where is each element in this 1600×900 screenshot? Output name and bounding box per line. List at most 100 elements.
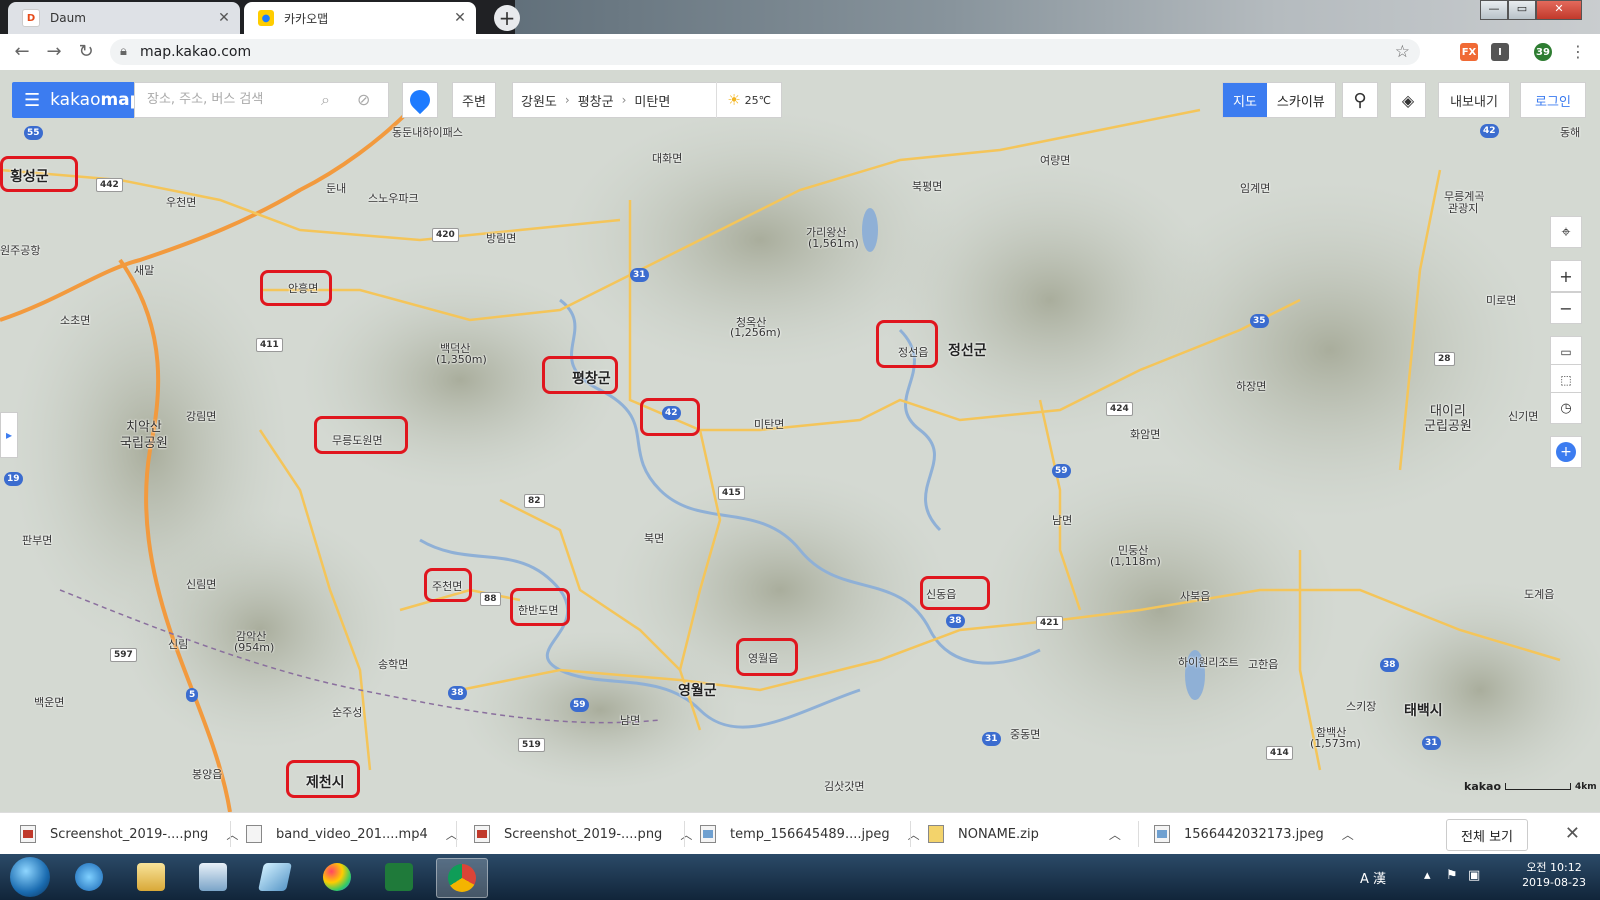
- add-place-button[interactable]: +: [1550, 436, 1582, 468]
- extension-icon[interactable]: FX: [1460, 43, 1478, 61]
- map-label: 우천면: [166, 196, 197, 209]
- roadview-button[interactable]: ⚲: [1342, 82, 1378, 118]
- search-icon[interactable]: ⌕: [321, 90, 330, 110]
- hamburger-menu-icon[interactable]: ☰: [24, 90, 40, 111]
- ime-indicator[interactable]: A 漢: [1360, 868, 1386, 887]
- clock-time: 오전 10:12: [1526, 861, 1582, 874]
- breadcrumb-county[interactable]: 평창군: [578, 91, 614, 110]
- map-label: 소초면: [60, 314, 91, 327]
- map-canvas[interactable]: 횡성군 동둔내하이패스 둔내 스노우파크 우천면 대화면 방림면 새말 원주공항…: [0, 70, 1600, 812]
- highlight-box: [640, 398, 700, 436]
- profile-avatar[interactable]: 39: [1534, 43, 1552, 61]
- download-item[interactable]: NONAME.zip ︿: [928, 813, 1121, 855]
- excel-icon[interactable]: [374, 858, 424, 896]
- map-type-skyview[interactable]: 스카이뷰: [1267, 83, 1335, 117]
- maximize-button[interactable]: ▭: [1508, 0, 1536, 20]
- minimize-button[interactable]: —: [1480, 0, 1508, 20]
- map-type-map[interactable]: 지도: [1223, 83, 1267, 117]
- system-clock[interactable]: 오전 10:12 2019-08-23: [1522, 860, 1586, 890]
- forward-icon[interactable]: →: [42, 40, 66, 64]
- action-center-flag-icon[interactable]: ⚑: [1446, 868, 1458, 883]
- download-item[interactable]: 1566442032173.jpeg ︿: [1154, 813, 1354, 855]
- login-button[interactable]: 로그인: [1520, 82, 1586, 118]
- map-label: 새말: [134, 264, 155, 277]
- close-window-button[interactable]: ✕: [1536, 0, 1582, 20]
- kakaomap-logo[interactable]: ☰ kakao map: [12, 82, 142, 118]
- image-file-icon: [474, 825, 490, 843]
- chrome-icon[interactable]: [436, 858, 488, 898]
- chevron-up-icon[interactable]: ︿: [680, 826, 692, 843]
- tab-daum[interactable]: D Daum ✕: [8, 2, 240, 34]
- image-file-icon: [700, 825, 716, 843]
- sidebar-toggle-button[interactable]: ▸: [0, 412, 18, 458]
- road-shield: 442: [96, 178, 123, 192]
- map-label: 둔내: [326, 182, 347, 195]
- network-icon[interactable]: ▣: [1468, 868, 1480, 883]
- download-item[interactable]: temp_156645489....jpeg ︿: [700, 813, 920, 855]
- highlight-box: [286, 760, 360, 798]
- file-explorer-icon[interactable]: [126, 858, 176, 896]
- chevron-right-icon: ›: [621, 93, 627, 107]
- chevron-up-icon[interactable]: ︿: [1342, 826, 1354, 843]
- chevron-up-icon[interactable]: ︿: [226, 826, 238, 843]
- internet-explorer-icon[interactable]: [64, 858, 114, 896]
- map-label: 대화면: [652, 152, 683, 165]
- tab-title: 카카오맵: [284, 11, 329, 26]
- current-location-button[interactable]: ⌖: [1550, 216, 1582, 248]
- tab-close-icon[interactable]: ✕: [214, 10, 234, 26]
- chevron-up-icon[interactable]: ︿: [1109, 826, 1121, 843]
- route-check-icon[interactable]: ⊘: [357, 90, 370, 109]
- road-shield: 38: [448, 686, 467, 700]
- zoom-in-button[interactable]: +: [1550, 260, 1582, 292]
- back-icon[interactable]: ←: [10, 40, 34, 64]
- scale-distance: 4km: [1575, 781, 1597, 792]
- download-filename: temp_156645489....jpeg: [730, 826, 890, 842]
- extension-icon[interactable]: I: [1491, 43, 1509, 61]
- map-label: 순주성: [332, 706, 363, 719]
- tab-close-icon[interactable]: ✕: [450, 10, 470, 26]
- download-item[interactable]: Screenshot_2019-....png ︿: [474, 813, 692, 855]
- road-shield: 421: [1036, 616, 1063, 630]
- road-shield: 420: [432, 228, 459, 242]
- new-tab-button[interactable]: +: [494, 5, 520, 31]
- download-item[interactable]: Screenshot_2019-....png ︿: [20, 813, 238, 855]
- notes-app-icon[interactable]: [250, 858, 300, 896]
- area-icon: ⬚: [1560, 373, 1572, 387]
- calculator-app-icon[interactable]: [188, 858, 238, 896]
- close-downloads-icon[interactable]: ✕: [1565, 823, 1580, 844]
- show-all-downloads-button[interactable]: 전체 보기: [1446, 819, 1528, 851]
- start-button[interactable]: [10, 857, 50, 897]
- breadcrumb-province[interactable]: 강원도: [521, 91, 557, 110]
- breadcrumb-town[interactable]: 미탄면: [634, 91, 670, 110]
- zoom-out-button[interactable]: −: [1550, 292, 1582, 324]
- nearby-button[interactable]: 주변: [452, 82, 496, 118]
- search-input[interactable]: [145, 91, 319, 108]
- tray-expand-icon[interactable]: ▴: [1424, 868, 1431, 883]
- map-label: 군립공원: [1424, 419, 1472, 434]
- highlight-box: [920, 576, 990, 610]
- paint-app-icon[interactable]: [312, 858, 362, 896]
- radius-button[interactable]: ◷: [1550, 392, 1582, 424]
- bookmark-star-icon[interactable]: ☆: [1395, 42, 1410, 62]
- map-label: (1,573m): [1310, 737, 1361, 750]
- map-label: 화암면: [1130, 428, 1161, 441]
- road-shield: 38: [1380, 658, 1399, 672]
- map-label: 북면: [644, 532, 665, 545]
- map-label: 남면: [620, 714, 641, 727]
- map-label: 신림: [168, 638, 189, 651]
- chevron-right-icon: ›: [564, 93, 570, 107]
- layers-button[interactable]: ◈: [1390, 82, 1426, 118]
- tab-kakaomap[interactable]: ● 카카오맵 ✕: [244, 2, 476, 34]
- menu-kebab-icon[interactable]: ⋮: [1566, 40, 1590, 64]
- map-label: 관광지: [1448, 202, 1479, 215]
- address-bar[interactable]: 🔒︎ map.kakao.com ☆: [110, 39, 1420, 65]
- weather-widget[interactable]: ☀ 25℃: [716, 82, 781, 118]
- export-button[interactable]: 내보내기: [1438, 82, 1510, 118]
- start-pin-button[interactable]: [402, 82, 438, 118]
- map-label: 백운면: [34, 696, 65, 709]
- search-box: ⌕ ⊘: [134, 82, 389, 118]
- download-item[interactable]: band_video_201....mp4 ︿: [246, 813, 458, 855]
- map-label: 하장면: [1236, 380, 1267, 393]
- reload-icon[interactable]: ↻: [74, 40, 98, 64]
- location-pin-icon: [405, 85, 435, 115]
